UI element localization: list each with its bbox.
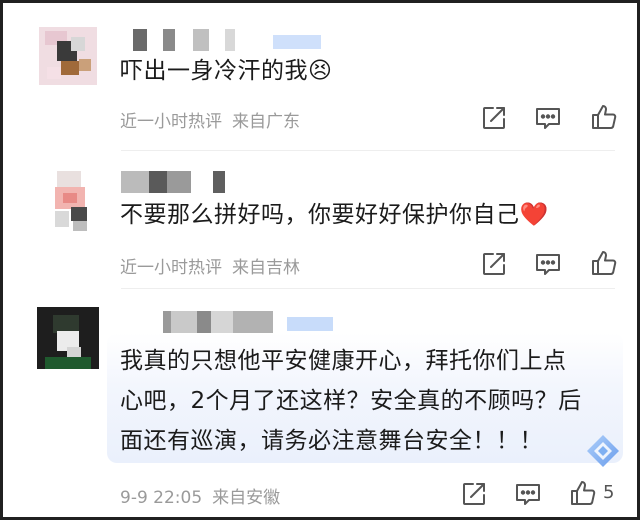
comment-location: 来自广东 xyxy=(232,112,300,132)
share-icon[interactable] xyxy=(480,104,508,132)
comment-item: 不要那么拼好吗，你要好好保护你自己❤️ 近一小时热评 来自吉林 xyxy=(3,151,637,289)
comment-text-line: 面还有巡演，请务必注意舞台安全！！！ xyxy=(120,428,543,454)
share-icon[interactable] xyxy=(480,250,508,278)
comment-meta: 9-9 22:05 来自安徽 xyxy=(120,483,280,508)
hot-comment-badge-icon xyxy=(585,433,621,469)
comment-item-highlighted: 我真的只想他平安健康开心，拜托你们上点 心吧，2个月了还这样？安全真的不顾吗？后… xyxy=(3,289,637,517)
thumb-up-icon[interactable] xyxy=(569,479,597,507)
comment-text-line: 我真的只想他平安健康开心，拜托你们上点 xyxy=(120,348,567,374)
comment-meta: 近一小时热评 来自广东 xyxy=(120,107,300,132)
comment-text: 我真的只想他平安健康开心，拜托你们上点 心吧，2个月了还这样？安全真的不顾吗？后… xyxy=(120,341,582,461)
avatar[interactable] xyxy=(45,171,103,231)
avatar[interactable] xyxy=(37,307,99,369)
comment-location: 来自吉林 xyxy=(232,258,300,278)
comment-text: 不要那么拼好吗，你要好好保护你自己❤️ xyxy=(120,202,549,228)
comment-time: 9-9 22:05 xyxy=(120,488,203,508)
comment-time: 近一小时热评 xyxy=(120,112,222,132)
comment-meta: 近一小时热评 来自吉林 xyxy=(120,253,300,278)
like-count: 5 xyxy=(603,482,615,503)
comment-text: 吓出一身冷汗的我😣 xyxy=(120,58,333,84)
username-blurred[interactable] xyxy=(133,29,333,51)
comment-icon[interactable] xyxy=(534,250,562,278)
comment-time: 近一小时热评 xyxy=(120,258,222,278)
username-blurred[interactable] xyxy=(163,311,353,333)
username-blurred[interactable] xyxy=(121,171,231,193)
comment-item: 吓出一身冷汗的我😣 近一小时热评 来自广东 xyxy=(3,3,637,151)
comment-location: 来自安徽 xyxy=(212,488,281,508)
avatar[interactable] xyxy=(39,27,97,85)
thumb-up-icon[interactable] xyxy=(590,103,618,131)
comment-icon[interactable] xyxy=(534,104,562,132)
comment-text-line: 心吧，2个月了还这样？安全真的不顾吗？后 xyxy=(120,388,582,414)
share-icon[interactable] xyxy=(460,480,488,508)
thumb-up-icon[interactable] xyxy=(590,249,618,277)
comment-list: 吓出一身冷汗的我😣 近一小时热评 来自广东 不要那么拼好吗，你要好好保护你自己❤… xyxy=(0,0,640,520)
comment-icon[interactable] xyxy=(514,480,542,508)
